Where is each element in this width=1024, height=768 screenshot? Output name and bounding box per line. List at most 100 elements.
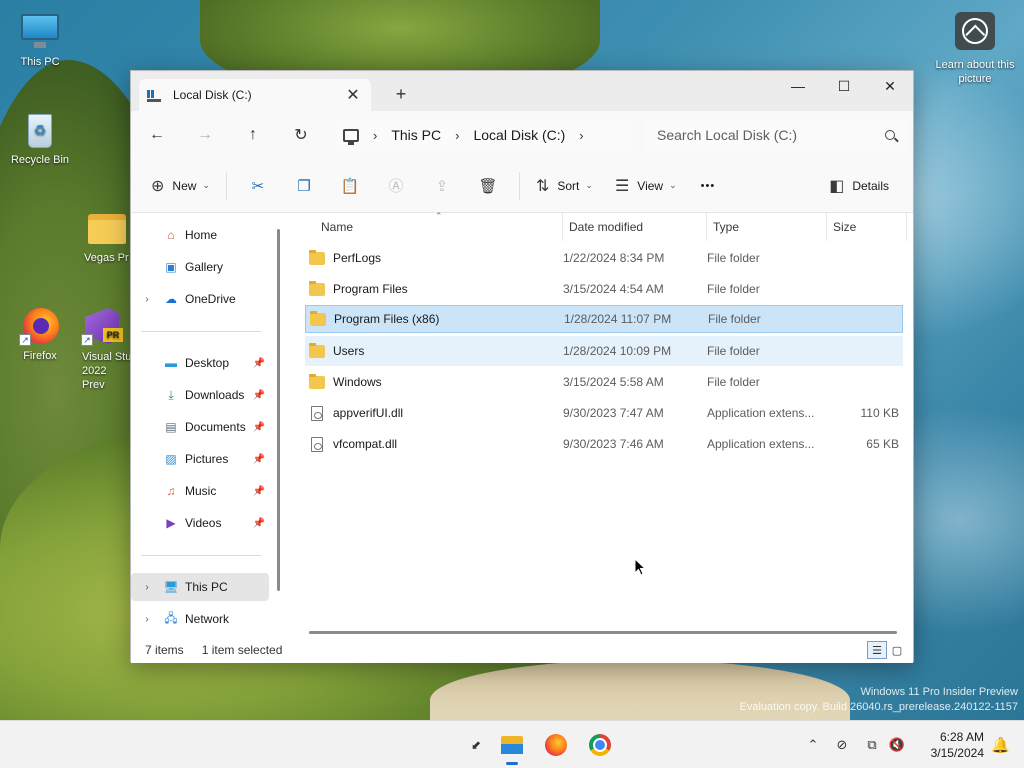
search-box[interactable]	[645, 119, 907, 151]
paste-icon[interactable]: 📋	[327, 170, 373, 202]
onedrive-offline-icon[interactable]: ⊘	[826, 737, 858, 753]
table-row[interactable]: Windows 3/15/2024 5:58 AM File folder	[305, 367, 903, 397]
file-date: 1/22/2024 8:34 PM	[563, 251, 665, 265]
volume-muted-icon[interactable]: 🔇	[886, 737, 908, 753]
taskbar-chrome[interactable]	[584, 729, 616, 761]
sidebar-item-onedrive[interactable]: › ☁ OneDrive	[131, 285, 269, 313]
desktop-icon-this-pc[interactable]: This PC	[0, 12, 80, 68]
search-input[interactable]	[657, 127, 885, 143]
sidebar-item-music[interactable]: ♫ Music 📌	[131, 477, 269, 505]
address-bar[interactable]: › This PC › Local Disk (C:) ›	[335, 119, 633, 151]
sidebar-scrollbar[interactable]	[277, 229, 280, 591]
delete-icon[interactable]: 🗑	[465, 170, 511, 202]
refresh-icon[interactable]: ↻	[277, 125, 325, 145]
desktop-icon-firefox[interactable]: ↗ Firefox	[0, 306, 80, 362]
new-tab-button[interactable]: +	[391, 84, 411, 104]
sidebar-item-desktop[interactable]: ▬ Desktop 📌	[131, 349, 269, 377]
column-header-size[interactable]: Size	[827, 213, 907, 241]
toolbar-divider	[225, 171, 227, 200]
sidebar-item-downloads[interactable]: ⤓ Downloads 📌	[131, 381, 269, 409]
tab-title: Local Disk (C:)	[173, 88, 252, 102]
desktop-icon-visual-studio[interactable]: PR ↗ Visual Stu 2022 Prev	[72, 306, 132, 392]
chevron-right-icon[interactable]: ›	[455, 128, 459, 143]
breadcrumb-local-disk[interactable]: Local Disk (C:)	[473, 127, 565, 143]
search-icon[interactable]	[885, 130, 895, 140]
window-controls: — ☐ ✕	[775, 71, 913, 101]
copy-icon[interactable]: ❐	[281, 170, 327, 202]
pin-icon: 📌	[252, 389, 265, 401]
column-header-type[interactable]: Type	[707, 213, 827, 241]
minimize-button[interactable]: —	[775, 71, 821, 101]
cut-icon[interactable]: ✂	[235, 170, 281, 202]
back-arrow-icon[interactable]: ←	[133, 126, 181, 144]
title-bar[interactable]: Local Disk (C:) ✕ + — ☐ ✕	[131, 71, 913, 111]
table-row[interactable]: vfcompat.dll 9/30/2023 7:46 AM Applicati…	[305, 429, 903, 459]
table-row[interactable]: appverifUI.dll 9/30/2023 7:47 AM Applica…	[305, 398, 903, 428]
chevron-right-icon[interactable]: ›	[579, 128, 583, 143]
folder-icon	[309, 342, 325, 358]
navigation-pane: ⌂ Home ▣ Gallery › ☁ OneDrive ▬ Desktop …	[131, 213, 285, 637]
sort-button[interactable]: ⇅ Sort ⌄	[528, 170, 601, 202]
horizontal-scrollbar[interactable]	[309, 631, 897, 634]
large-icons-view-icon[interactable]: ▢	[887, 641, 907, 659]
learn-about-picture-icon[interactable]	[955, 12, 995, 50]
taskbar-file-explorer[interactable]	[496, 729, 528, 765]
chevron-right-icon[interactable]: ›	[131, 614, 163, 625]
sidebar-item-documents[interactable]: ▤ Documents 📌	[131, 413, 269, 441]
chevron-down-icon: ⌄	[669, 180, 677, 190]
file-date: 3/15/2024 5:58 AM	[563, 375, 664, 389]
column-header-date[interactable]: Date modified	[563, 213, 707, 241]
sidebar-divider	[141, 555, 261, 556]
view-button[interactable]: ☰ View ⌄	[607, 170, 685, 202]
details-view-icon[interactable]: ☰	[867, 641, 887, 659]
sidebar-item-gallery[interactable]: ▣ Gallery	[131, 253, 269, 281]
learn-about-picture-label[interactable]: Learn about this picture	[935, 58, 1015, 86]
table-row[interactable]: PerfLogs 1/22/2024 8:34 PM File folder	[305, 243, 903, 273]
new-button[interactable]: ⊕ New ⌄	[143, 170, 218, 202]
table-row[interactable]: Program Files 3/15/2024 4:54 AM File fol…	[305, 274, 903, 304]
taskbar-clock[interactable]: 6:28 AM 3/15/2024	[931, 729, 984, 761]
table-row[interactable]: Users 1/28/2024 10:09 PM File folder	[305, 336, 903, 366]
breadcrumb-this-pc[interactable]: This PC	[391, 127, 441, 143]
file-list: ⌃ Name Date modified Type Size PerfLogs …	[289, 211, 913, 637]
more-options-button[interactable]: •••	[693, 170, 724, 202]
column-header-name[interactable]: Name	[289, 213, 563, 241]
navigation-bar: ← → ↑ ↻ › This PC › Local Disk (C:) ›	[131, 111, 913, 159]
show-hidden-icons-chevron-icon[interactable]: ⌃	[804, 737, 822, 753]
sidebar-item-home[interactable]: ⌂ Home	[131, 221, 269, 249]
maximize-button[interactable]: ☐	[821, 71, 867, 101]
sidebar-item-this-pc[interactable]: › 🖥 This PC	[131, 573, 269, 601]
table-row-selected[interactable]: Program Files (x86) 1/28/2024 11:07 PM F…	[305, 305, 903, 333]
taskbar-firefox[interactable]	[540, 729, 572, 761]
firefox-icon	[545, 734, 567, 756]
notification-bell-icon[interactable]: 🔔	[991, 736, 1010, 754]
desktop-icon: ▬	[165, 356, 177, 370]
sort-button-label: Sort	[557, 178, 580, 193]
sidebar-item-network[interactable]: › 🖧 Network	[131, 605, 269, 633]
sidebar-item-videos[interactable]: ▶ Videos 📌	[131, 509, 269, 537]
chevron-right-icon[interactable]: ›	[373, 128, 377, 143]
sidebar-item-pictures[interactable]: ▨ Pictures 📌	[131, 445, 269, 473]
forward-arrow-icon[interactable]: →	[181, 126, 229, 144]
chevron-right-icon[interactable]: ›	[131, 582, 163, 593]
file-explorer-icon	[501, 736, 523, 754]
tab-local-disk[interactable]: Local Disk (C:) ✕	[139, 79, 371, 111]
details-pane-icon: ◧	[829, 178, 845, 195]
close-button[interactable]: ✕	[867, 71, 913, 101]
tab-close-icon[interactable]: ✕	[343, 85, 363, 105]
chevron-right-icon[interactable]: ›	[131, 294, 163, 305]
music-icon: ♫	[166, 484, 176, 498]
widgets-arrow-icon[interactable]: ⬋	[460, 729, 492, 761]
clock-time: 6:28 AM	[939, 730, 984, 744]
details-button[interactable]: ◧ Details	[821, 170, 897, 202]
sidebar-item-label: Pictures	[185, 452, 229, 466]
pin-icon: 📌	[252, 421, 265, 433]
desktop-icon-recycle-bin[interactable]: ♻ Recycle Bin	[0, 110, 80, 166]
share-icon[interactable]: ⇪	[419, 170, 465, 202]
column-headers: Name Date modified Type Size	[289, 213, 913, 241]
up-arrow-icon[interactable]: ↑	[229, 126, 277, 144]
chrome-icon	[589, 734, 611, 756]
new-button-label: New	[172, 178, 197, 193]
network-status-icon[interactable]: ⧉	[858, 737, 886, 753]
rename-icon[interactable]: Ⓐ	[373, 170, 419, 202]
